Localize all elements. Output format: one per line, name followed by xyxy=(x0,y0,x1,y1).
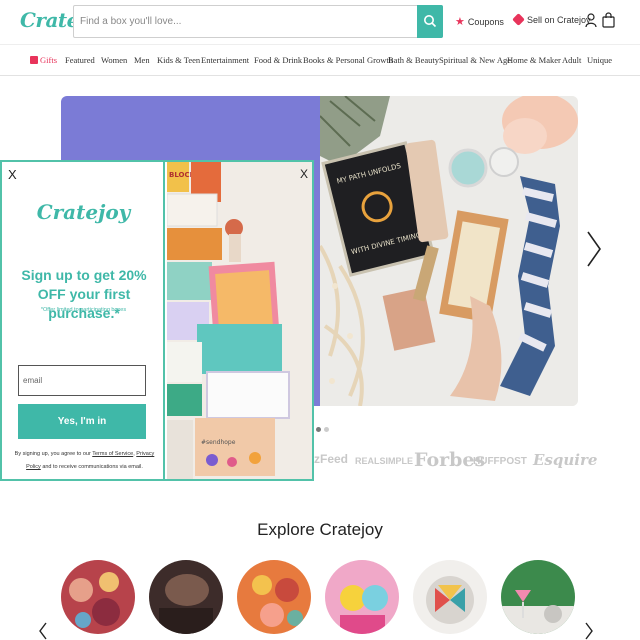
coupons-label: Coupons xyxy=(467,17,504,27)
nav-item-men[interactable]: Men xyxy=(134,55,150,65)
nav-item-women[interactable]: Women xyxy=(101,55,127,65)
sell-label: Sell on Cratejoy xyxy=(527,15,591,25)
nav-item-gifts[interactable]: Gifts xyxy=(30,55,57,65)
email-field-wrapper xyxy=(18,365,146,396)
press-logo-huffpost: HUFFPOST xyxy=(473,456,527,467)
terms-of-service-link[interactable]: Terms of Service xyxy=(92,451,133,457)
modal-form-panel: X Cratejoy Sign up to get 20% OFF your f… xyxy=(2,162,165,479)
press-logo-buzzfeed: zFeed xyxy=(314,452,349,466)
gift-icon xyxy=(30,56,38,64)
privacy-policy-link[interactable]: Privacy xyxy=(136,451,154,457)
user-icon[interactable] xyxy=(585,13,597,28)
signup-modal: X Cratejoy Sign up to get 20% OFF your f… xyxy=(0,160,314,481)
email-field[interactable] xyxy=(19,366,145,395)
hero-photo-illustration: MY PATH UNFOLDS WITH DIVINE TIMING xyxy=(320,96,578,406)
legal-separator: , xyxy=(133,451,135,457)
nav-item-kids-teen[interactable]: Kids & Teen xyxy=(157,55,200,65)
star-icon: ★ xyxy=(455,16,465,28)
modal-logo: Cratejoy xyxy=(36,200,131,224)
explore-category-circle[interactable] xyxy=(61,560,135,634)
explore-next-arrow[interactable] xyxy=(584,622,594,640)
nav-item-food-drink[interactable]: Food & Drink xyxy=(254,55,302,65)
nav-item-adult[interactable]: Adult xyxy=(562,55,581,65)
privacy-policy-link-cont[interactable]: Policy xyxy=(26,464,41,470)
explore-category-circle[interactable] xyxy=(413,560,487,634)
nav-item-books[interactable]: Books & Personal Growth xyxy=(303,55,393,65)
close-icon[interactable]: X xyxy=(8,168,17,181)
explore-category-circle[interactable] xyxy=(237,560,311,634)
press-logo-esquire: Esquire xyxy=(533,451,598,469)
nav-item-spiritual[interactable]: Spiritual & New Age xyxy=(439,55,511,65)
site-header: Cratejoy ★Coupons Sell on Cratejoy xyxy=(0,0,640,44)
explore-category-circle[interactable] xyxy=(149,560,223,634)
press-logo-realsimple: REALSIMPLE xyxy=(355,456,414,466)
modal-boxes-photo: BLOCK #sendhope X xyxy=(167,162,312,479)
search-input[interactable] xyxy=(74,6,418,37)
legal-suffix: and to receive communications via email. xyxy=(42,464,143,470)
carousel-dot[interactable] xyxy=(316,427,321,432)
box-text-sendhope: #sendhope xyxy=(201,439,236,446)
search-icon xyxy=(424,15,437,28)
modal-fine-print: *Offer limited to participating boxes xyxy=(40,307,127,313)
nav-item-entertainment[interactable]: Entertainment xyxy=(201,55,249,65)
category-nav: Gifts Featured Women Men Kids & Teen Ent… xyxy=(0,44,640,76)
carousel-dots xyxy=(316,419,332,437)
close-icon[interactable]: X xyxy=(300,168,308,181)
hero-product-photo[interactable]: MY PATH UNFOLDS WITH DIVINE TIMING xyxy=(320,96,578,406)
explore-category-circle[interactable] xyxy=(501,560,575,634)
nav-item-unique[interactable]: Unique xyxy=(587,55,612,65)
carousel-next-arrow[interactable] xyxy=(586,230,602,268)
stacked-boxes-illustration: BLOCK #sendhope xyxy=(167,162,312,479)
coupons-link[interactable]: ★ Coupons xyxy=(455,15,504,28)
signup-submit-button[interactable]: Yes, I'm in xyxy=(18,404,146,439)
explore-prev-arrow[interactable] xyxy=(38,622,48,640)
nav-item-featured[interactable]: Featured xyxy=(65,55,95,65)
legal-prefix: By signing up, you agree to our xyxy=(14,451,91,457)
modal-headline: Sign up to get 20% OFF your first purcha… xyxy=(21,267,147,321)
nav-item-label: Gifts xyxy=(40,55,57,65)
explore-category-circle[interactable] xyxy=(325,560,399,634)
explore-title: Explore Cratejoy xyxy=(257,520,383,539)
search-bar xyxy=(73,5,443,38)
nav-item-bath-beauty[interactable]: Bath & Beauty xyxy=(388,55,439,65)
tag-icon xyxy=(512,13,525,26)
carousel-dot[interactable] xyxy=(324,427,329,432)
modal-legal-text: By signing up, you agree to our Terms of… xyxy=(12,448,157,474)
nav-item-home-maker[interactable]: Home & Maker xyxy=(507,55,561,65)
sell-on-cratejoy-link[interactable]: Sell on Cratejoy xyxy=(512,13,591,26)
search-button[interactable] xyxy=(417,5,443,38)
bag-icon[interactable] xyxy=(602,12,615,28)
